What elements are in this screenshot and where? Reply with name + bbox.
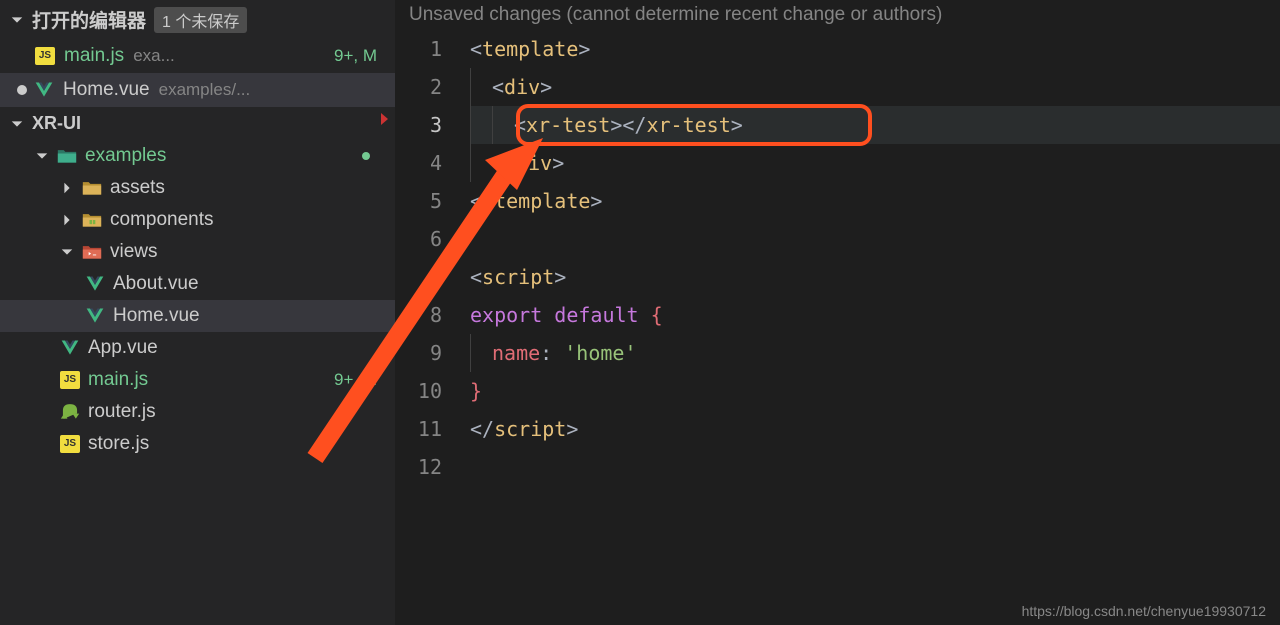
line-number: 8 bbox=[395, 296, 442, 334]
folder-name: views bbox=[110, 241, 158, 263]
chevron-down-icon bbox=[10, 117, 24, 131]
project-header[interactable]: XR-UI bbox=[0, 107, 395, 140]
tree-file-about-vue[interactable]: About.vue bbox=[0, 268, 395, 300]
tree-file-store-js[interactable]: JS store.js bbox=[0, 428, 395, 460]
line-number: 4 bbox=[395, 144, 442, 182]
line-number: 10 bbox=[395, 372, 442, 410]
chevron-down-icon bbox=[35, 149, 49, 163]
code-line: <div> bbox=[470, 68, 1280, 106]
tree-folder-components[interactable]: components bbox=[0, 204, 395, 236]
folder-icon bbox=[82, 178, 102, 198]
vue-icon bbox=[85, 306, 105, 326]
vue-icon bbox=[85, 274, 105, 294]
tree-file-home-vue[interactable]: Home.vue bbox=[0, 300, 395, 332]
file-name: main.js bbox=[88, 369, 148, 391]
code-line: } bbox=[470, 372, 1280, 410]
folder-name: examples bbox=[85, 145, 166, 167]
editor-annotation: Unsaved changes (cannot determine recent… bbox=[395, 0, 1280, 30]
line-number: 1 bbox=[395, 30, 442, 68]
git-status: 9+, M bbox=[334, 370, 377, 390]
line-number: 9 bbox=[395, 334, 442, 372]
line-number: 12 bbox=[395, 448, 442, 486]
file-name: main.js bbox=[64, 45, 124, 67]
tree-folder-examples[interactable]: examples bbox=[0, 140, 395, 172]
line-number: 7 bbox=[395, 258, 442, 296]
line-number: 6 bbox=[395, 220, 442, 258]
code-area[interactable]: 1 2 3 4 5 6 7 8 9 10 11 12 <template> <d… bbox=[395, 30, 1280, 486]
editor-pane: Unsaved changes (cannot determine recent… bbox=[395, 0, 1280, 625]
vue-icon bbox=[34, 80, 54, 100]
breakpoint-marker-icon bbox=[381, 113, 388, 125]
file-name: router.js bbox=[88, 401, 156, 423]
line-number: 11 bbox=[395, 410, 442, 448]
open-editor-item[interactable]: Home.vue examples/... bbox=[0, 73, 395, 107]
open-editors-label: 打开的编辑器 bbox=[32, 6, 146, 33]
code-line: name: 'home' bbox=[470, 334, 1280, 372]
git-status: 9+, M bbox=[334, 46, 377, 66]
code-line: </div> bbox=[470, 144, 1280, 182]
vue-icon bbox=[60, 338, 80, 358]
line-number: 2 bbox=[395, 68, 442, 106]
code-content[interactable]: <template> <div> <xr-test></xr-test> </d… bbox=[470, 30, 1280, 486]
chevron-right-icon bbox=[60, 181, 74, 195]
code-line: </template> bbox=[470, 182, 1280, 220]
js-icon: JS bbox=[60, 435, 80, 453]
chevron-down-icon bbox=[60, 245, 74, 259]
code-line bbox=[470, 220, 1280, 258]
line-number: 3 bbox=[395, 106, 442, 144]
file-name: About.vue bbox=[113, 273, 199, 295]
folder-name: components bbox=[110, 209, 214, 231]
folder-icon bbox=[57, 146, 77, 166]
unsaved-badge: 1 个未保存 bbox=[154, 7, 247, 33]
tree-folder-assets[interactable]: assets bbox=[0, 172, 395, 204]
file-name: Home.vue bbox=[113, 305, 200, 327]
code-line: <script> bbox=[470, 258, 1280, 296]
gutter: 1 2 3 4 5 6 7 8 9 10 11 12 bbox=[395, 30, 470, 486]
chevron-down-icon bbox=[10, 13, 24, 27]
file-name: Home.vue bbox=[63, 79, 150, 101]
line-number: 5 bbox=[395, 182, 442, 220]
tree-file-router-js[interactable]: router.js bbox=[0, 396, 395, 428]
code-line: <template> bbox=[470, 30, 1280, 68]
project-name: XR-UI bbox=[32, 113, 81, 134]
js-icon: JS bbox=[60, 371, 80, 389]
tree-file-main-js[interactable]: JS main.js 9+, M bbox=[0, 364, 395, 396]
open-editors-header[interactable]: 打开的编辑器 1 个未保存 bbox=[0, 0, 395, 39]
file-name: store.js bbox=[88, 433, 149, 455]
file-path: exa... bbox=[133, 46, 175, 66]
router-icon bbox=[60, 402, 80, 422]
watermark: https://blog.csdn.net/chenyue19930712 bbox=[1022, 603, 1266, 619]
file-path: examples/... bbox=[159, 80, 251, 100]
folder-icon bbox=[82, 242, 102, 262]
modified-dot-icon bbox=[362, 152, 370, 160]
unsaved-dot-icon bbox=[17, 85, 27, 95]
chevron-right-icon bbox=[60, 213, 74, 227]
js-icon: JS bbox=[35, 47, 55, 65]
code-line: </script> bbox=[470, 410, 1280, 448]
file-name: App.vue bbox=[88, 337, 158, 359]
tree-file-app-vue[interactable]: App.vue bbox=[0, 332, 395, 364]
code-line: export default { bbox=[470, 296, 1280, 334]
folder-name: assets bbox=[110, 177, 165, 199]
sidebar: 打开的编辑器 1 个未保存 JS main.js exa... 9+, M Ho… bbox=[0, 0, 395, 625]
code-line bbox=[470, 448, 1280, 486]
tree-folder-views[interactable]: views bbox=[0, 236, 395, 268]
code-line: <xr-test></xr-test> bbox=[470, 106, 1280, 144]
open-editor-item[interactable]: JS main.js exa... 9+, M bbox=[0, 39, 395, 73]
folder-icon bbox=[82, 210, 102, 230]
